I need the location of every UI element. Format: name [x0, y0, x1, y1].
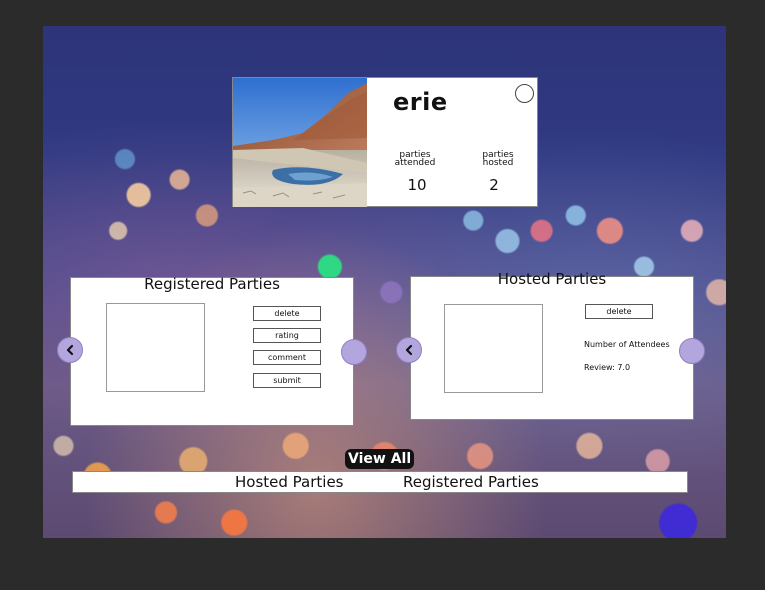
hosted-parties-panel: Hosted Parties delete Number of Attendee… — [410, 270, 694, 420]
hosted-parties-link[interactable]: Hosted Parties — [235, 473, 344, 491]
parties-attended-label: parties attended — [394, 150, 436, 168]
review-score: Review: 7.0 — [584, 363, 631, 372]
chevron-left-icon — [405, 344, 413, 356]
registered-parties-link[interactable]: Registered Parties — [403, 473, 539, 491]
profile-card: erie parties attended parties hosted 10 … — [232, 77, 538, 207]
party-thumbnail[interactable] — [444, 304, 543, 393]
comment-button[interactable]: comment — [253, 350, 321, 365]
hosted-prev-button[interactable] — [396, 337, 422, 363]
app-canvas: erie parties attended parties hosted 10 … — [43, 26, 726, 538]
submit-button[interactable]: submit — [253, 373, 321, 388]
parties-hosted-count: 2 — [489, 176, 499, 194]
registered-prev-button[interactable] — [57, 337, 83, 363]
parties-attended-count: 10 — [407, 176, 427, 194]
view-all-button[interactable]: View All — [345, 449, 415, 469]
chevron-left-icon — [66, 344, 74, 356]
bottom-nav-bar: Hosted Parties Registered Parties — [72, 471, 688, 493]
rating-button[interactable]: rating — [253, 328, 321, 343]
number-of-attendees-label: Number of Attendees — [584, 340, 670, 349]
hosted-next-button[interactable] — [679, 338, 705, 364]
profile-username: erie — [393, 88, 448, 116]
landscape-image — [233, 78, 367, 207]
registered-parties-title: Registered Parties — [144, 275, 280, 293]
profile-photo — [233, 78, 367, 207]
hosted-parties-title: Hosted Parties — [497, 270, 607, 288]
delete-button[interactable]: delete — [585, 304, 653, 319]
party-thumbnail[interactable] — [106, 303, 205, 392]
profile-select-radio[interactable] — [515, 84, 534, 103]
registered-parties-panel: Registered Parties delete rating comment… — [70, 275, 354, 426]
registered-next-button[interactable] — [341, 339, 367, 365]
delete-button[interactable]: delete — [253, 306, 321, 321]
parties-hosted-label: parties hosted — [482, 150, 514, 168]
